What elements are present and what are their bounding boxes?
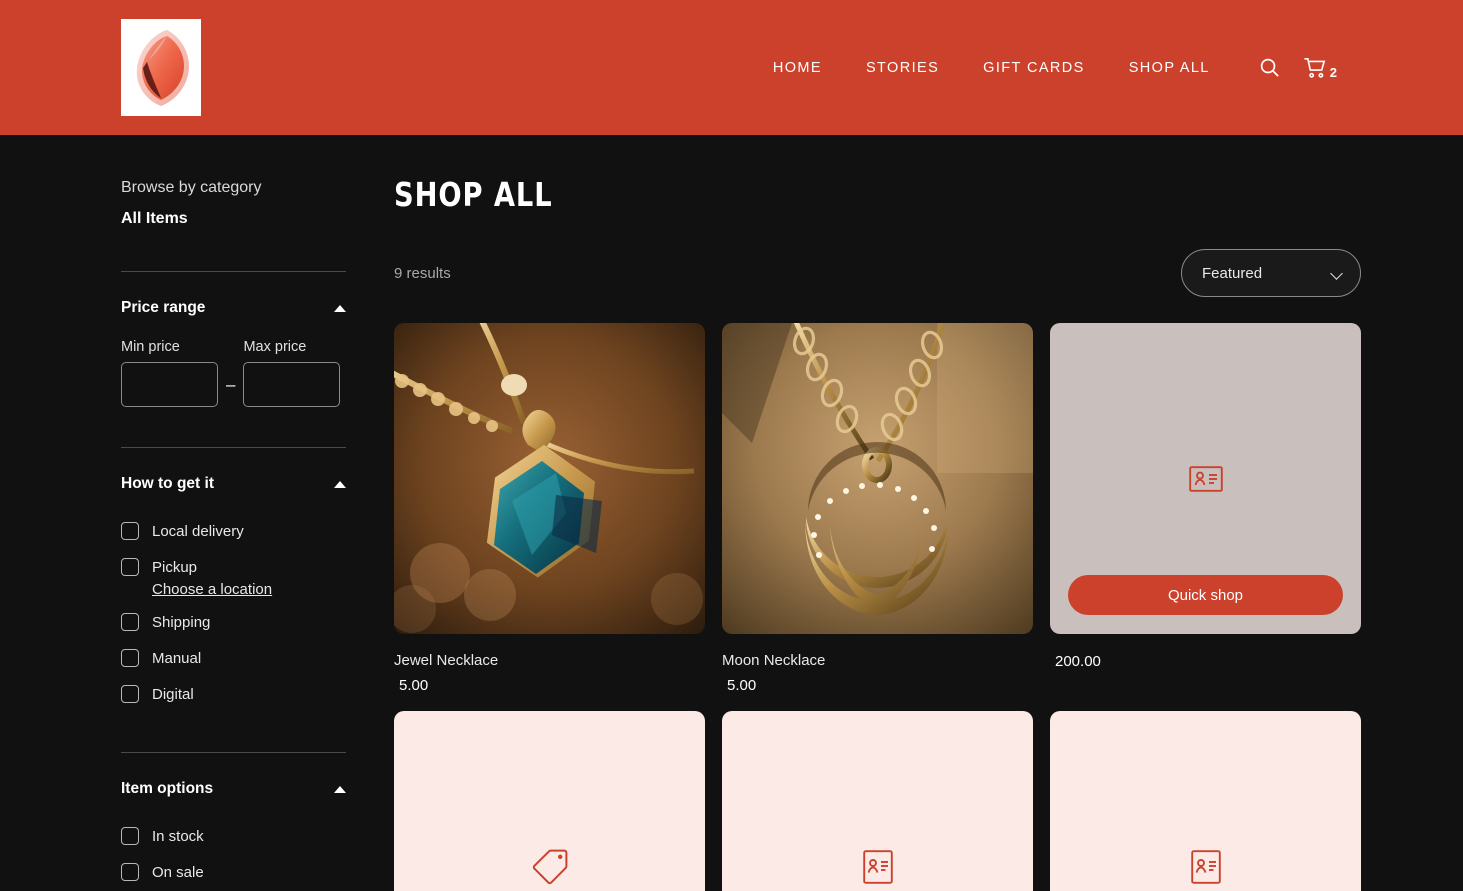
checkbox-row-shipping[interactable]: Shipping (121, 604, 346, 640)
checkbox-on-sale[interactable] (121, 863, 139, 881)
photo-moon-necklace (722, 323, 1033, 634)
product-image-placeholder[interactable] (722, 711, 1033, 891)
filters-sidebar: Browse by category All Items Price range… (0, 135, 346, 891)
quick-shop-button[interactable]: Quick shop (1068, 575, 1343, 615)
item-options-list: In stock On sale (121, 818, 346, 890)
caret-up-icon[interactable] (334, 480, 346, 488)
nav-link-stories[interactable]: Stories (866, 54, 939, 82)
max-price-label: Max price (243, 339, 307, 355)
main-content: Shop all 9 results Featured (346, 135, 1463, 891)
gemstone-logo-icon (136, 29, 189, 106)
product-card[interactable]: Moon Necklace 5.00 (722, 323, 1033, 694)
product-image-placeholder[interactable] (394, 711, 705, 891)
checkbox-label-shipping: Shipping (152, 613, 211, 631)
filter-header-item-options[interactable]: Item options (121, 780, 346, 798)
product-card[interactable] (1050, 711, 1361, 891)
checkbox-label-pickup: Pickup (152, 558, 198, 576)
chevron-down-icon[interactable] (1330, 267, 1343, 280)
max-price-input[interactable] (243, 362, 341, 407)
sort-select[interactable]: Featured (1181, 249, 1361, 297)
product-price: 5.00 (727, 677, 757, 694)
checkbox-row-manual[interactable]: Manual (121, 640, 346, 676)
cart-count-badge: 2 (1329, 64, 1337, 80)
membership-card-icon (1190, 849, 1221, 884)
photo-jewel-necklace (394, 323, 705, 634)
membership-card-icon (862, 849, 893, 884)
product-price: 5.00 (399, 677, 429, 694)
filter-section-how-to-get-it: How to get it Local delivery Pickup Choo… (121, 448, 346, 712)
results-count: 9 results (394, 264, 451, 282)
filter-title-how-to-get-it: How to get it (121, 475, 214, 492)
product-image-placeholder[interactable]: Quick shop (1050, 323, 1361, 634)
search-icon[interactable] (1258, 56, 1281, 79)
shopping-cart-icon-glyph (1304, 57, 1326, 78)
nav-link-gift-cards[interactable]: Gift cards (983, 54, 1085, 82)
nav-link-shop-all[interactable]: Shop all (1129, 54, 1210, 82)
filter-title-price-range: Price range (121, 299, 206, 316)
checkbox-label-manual: Manual (152, 649, 202, 667)
search-icon-glyph (1260, 58, 1279, 77)
gemstone-logo[interactable] (121, 19, 201, 116)
min-price-input[interactable] (121, 362, 218, 407)
checkbox-in-stock[interactable] (121, 827, 139, 845)
filter-title-item-options: Item options (121, 780, 214, 797)
product-card[interactable]: Quick shop 200.00 (1050, 323, 1361, 694)
page-body: Browse by category All Items Price range… (0, 135, 1463, 891)
filter-section-item-options: Item options In stock On sale (121, 753, 346, 890)
checkbox-pickup[interactable] (121, 558, 139, 576)
checkbox-row-pickup[interactable]: Pickup (121, 549, 346, 585)
checkbox-local-delivery[interactable] (121, 522, 139, 540)
site-header: Home Stories Gift cards Shop all 2 (0, 0, 1463, 135)
caret-up-icon[interactable] (334, 304, 346, 312)
checkbox-row-local-delivery[interactable]: Local delivery (121, 513, 346, 549)
checkbox-manual[interactable] (121, 649, 139, 667)
filter-header-price-range[interactable]: Price range (121, 299, 346, 317)
product-card[interactable] (722, 711, 1033, 891)
checkbox-row-digital[interactable]: Digital (121, 676, 346, 712)
price-range-inputs: Min price – Max price (121, 339, 346, 407)
checkbox-row-in-stock[interactable]: In stock (121, 818, 346, 854)
min-price-label: Min price (121, 339, 180, 355)
filter-section-price-range: Price range Min price – Max price (121, 272, 346, 407)
product-image-jewel-necklace[interactable] (394, 323, 705, 634)
nav-link-home[interactable]: Home (773, 54, 822, 82)
header-icon-group: 2 (1258, 56, 1337, 80)
checkbox-label-digital: Digital (152, 685, 194, 703)
page-title: Shop all (394, 175, 553, 214)
checkbox-row-on-sale[interactable]: On sale (121, 854, 346, 890)
membership-card-icon (1188, 465, 1223, 492)
product-image-moon-necklace[interactable] (722, 323, 1033, 634)
shopping-cart-icon[interactable]: 2 (1303, 56, 1337, 80)
checkbox-label-on-sale: On sale (152, 863, 204, 881)
main-navigation: Home Stories Gift cards Shop all 2 (773, 54, 1337, 82)
checkbox-label-local-delivery: Local delivery (152, 522, 244, 540)
filter-header-how-to-get-it[interactable]: How to get it (121, 475, 346, 493)
price-range-separator: – (226, 375, 236, 394)
caret-up-icon[interactable] (334, 785, 346, 793)
product-name: Moon Necklace (722, 652, 826, 669)
browse-by-category-label: Browse by category (121, 179, 262, 196)
checkbox-shipping[interactable] (121, 613, 139, 631)
price-tag-icon (532, 849, 567, 884)
sidebar-item-all-items[interactable]: All Items (121, 207, 346, 231)
results-toolbar: 9 results Featured (394, 249, 1361, 297)
how-to-get-it-options: Local delivery Pickup Choose a location … (121, 513, 346, 712)
product-image-placeholder[interactable] (1050, 711, 1361, 891)
product-grid: Jewel Necklace 5.00 Moon Necklace 5.00 Q… (394, 323, 1361, 891)
sort-select-value: Featured (1202, 264, 1263, 282)
choose-a-location-link[interactable]: Choose a location (152, 581, 346, 598)
checkbox-digital[interactable] (121, 685, 139, 703)
product-card[interactable] (394, 711, 705, 891)
checkbox-label-in-stock: In stock (152, 827, 204, 845)
product-price: 200.00 (1055, 653, 1101, 670)
product-card[interactable]: Jewel Necklace 5.00 (394, 323, 705, 694)
product-name: Jewel Necklace (394, 652, 499, 669)
